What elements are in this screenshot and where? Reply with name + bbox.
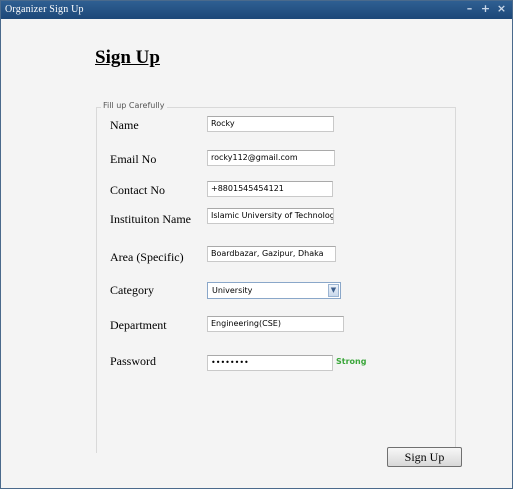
password-field[interactable]: •••••••• <box>207 355 333 371</box>
department-field[interactable]: Engineering(CSE) <box>207 316 344 332</box>
page-title: Sign Up <box>95 47 160 68</box>
password-label: Password <box>110 354 157 368</box>
name-field[interactable]: Rocky <box>207 116 334 132</box>
category-label: Category <box>110 283 154 297</box>
window-title: Organizer Sign Up <box>5 4 84 15</box>
group-title: Fill up Carefully <box>101 101 167 110</box>
chevron-down-icon[interactable]: ▼ <box>328 284 339 297</box>
institution-field[interactable]: Islamic University of Technology <box>207 208 334 224</box>
app-window: Organizer Sign Up – + × Sign Up Fill up … <box>0 0 513 489</box>
password-strength-indicator: Strong <box>336 357 367 366</box>
minimize-icon[interactable]: – <box>462 2 477 16</box>
area-field[interactable]: Boardbazar, Gazipur, Dhaka <box>207 246 336 262</box>
name-label: Name <box>110 118 139 132</box>
email-field[interactable]: rocky112@gmail.com <box>207 150 335 166</box>
area-label: Area (Specific) <box>110 250 184 264</box>
form-panel: Sign Up Fill up Carefully Name Rocky Ema… <box>3 19 510 486</box>
institution-label: Instituiton Name <box>110 212 191 226</box>
category-selected-value: University <box>212 286 253 295</box>
title-bar[interactable]: Organizer Sign Up – + × <box>1 1 512 19</box>
maximize-icon[interactable]: + <box>478 2 493 16</box>
sign-up-button[interactable]: Sign Up <box>387 447 462 467</box>
category-select[interactable]: University ▼ <box>207 282 341 299</box>
contact-field[interactable]: +8801545454121 <box>207 181 333 197</box>
window-controls: – + × <box>462 2 509 18</box>
contact-label: Contact No <box>110 183 165 197</box>
close-icon[interactable]: × <box>494 2 509 16</box>
email-label: Email No <box>110 152 157 166</box>
department-label: Department <box>110 318 167 332</box>
